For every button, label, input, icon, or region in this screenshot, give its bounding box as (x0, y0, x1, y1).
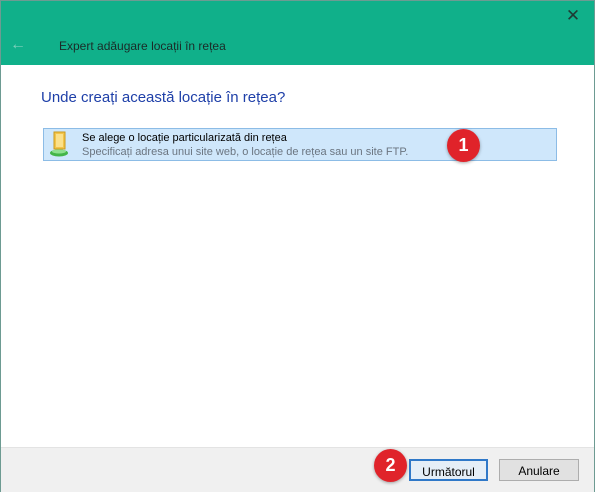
page-heading: Unde creați această locație în rețea? (41, 89, 286, 106)
network-folder-icon (48, 131, 70, 158)
option-title: Se alege o locație particularizată din r… (82, 132, 287, 144)
close-button[interactable]: ✕ (560, 5, 586, 27)
step-badge-2: 2 (374, 449, 407, 482)
option-description: Specificați adresa unui site web, o loca… (82, 146, 409, 158)
next-button[interactable]: Următorul (409, 459, 488, 481)
window-title: Expert adăugare locații în rețea (59, 39, 226, 53)
title-bar: ✕ ← Expert adăugare locații în rețea (1, 1, 594, 65)
wizard-window: ✕ ← Expert adăugare locații în rețea Und… (0, 0, 595, 492)
cancel-button[interactable]: Anulare (499, 459, 579, 481)
back-arrow-button[interactable]: ← (7, 35, 29, 55)
step-badge-1: 1 (447, 129, 480, 162)
